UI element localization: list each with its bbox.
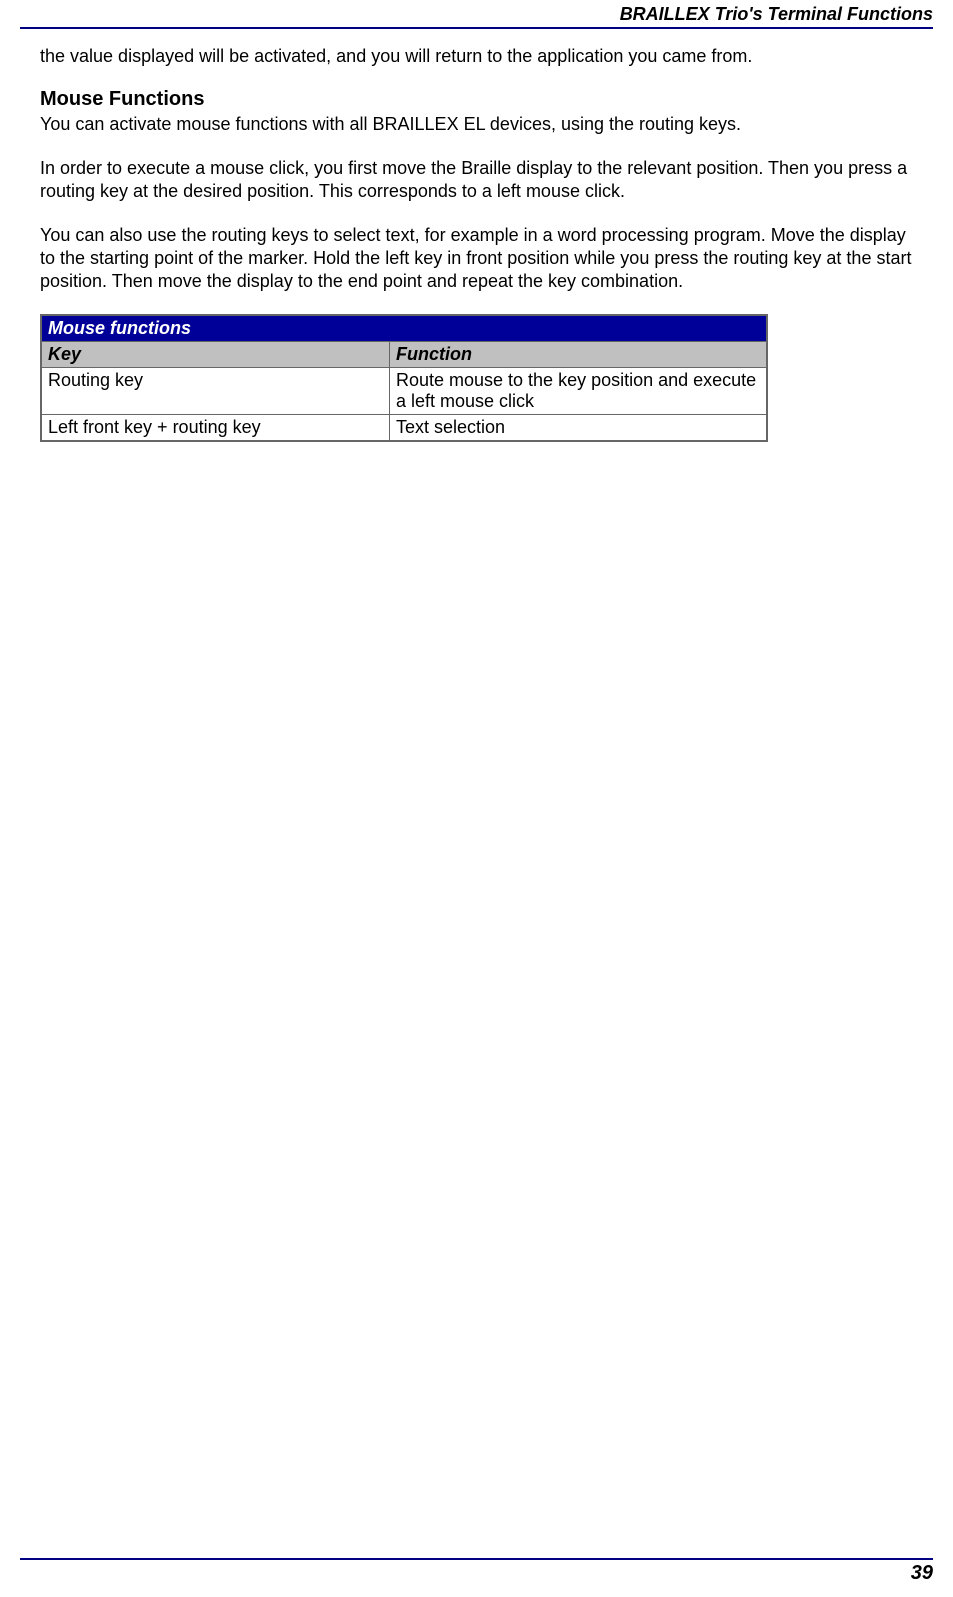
page-number: 39 bbox=[20, 1562, 933, 1585]
table-header-row: Key Function bbox=[41, 341, 767, 367]
page: BRAILLEX Trio's Terminal Functions the v… bbox=[0, 0, 953, 1597]
footer-divider bbox=[20, 1558, 933, 1560]
table-title-row: Mouse functions bbox=[41, 315, 767, 342]
paragraph-intro: the value displayed will be activated, a… bbox=[40, 45, 913, 68]
footer: 39 bbox=[20, 1558, 933, 1585]
table-cell-key: Routing key bbox=[41, 367, 389, 414]
paragraph-1: You can activate mouse functions with al… bbox=[40, 113, 913, 136]
mouse-functions-table: Mouse functions Key Function Routing key… bbox=[40, 314, 768, 442]
content-area: the value displayed will be activated, a… bbox=[0, 29, 953, 442]
table-header-function: Function bbox=[389, 341, 767, 367]
table-row: Left front key + routing key Text select… bbox=[41, 414, 767, 441]
paragraph-3: You can also use the routing keys to sel… bbox=[40, 224, 913, 294]
table-cell-function: Route mouse to the key position and exec… bbox=[389, 367, 767, 414]
table-row: Routing key Route mouse to the key posit… bbox=[41, 367, 767, 414]
table-cell-key: Left front key + routing key bbox=[41, 414, 389, 441]
paragraph-2: In order to execute a mouse click, you f… bbox=[40, 157, 913, 204]
table-header-key: Key bbox=[41, 341, 389, 367]
table-title: Mouse functions bbox=[41, 315, 767, 342]
section-heading: Mouse Functions bbox=[40, 88, 913, 111]
running-header: BRAILLEX Trio's Terminal Functions bbox=[0, 0, 953, 27]
table-cell-function: Text selection bbox=[389, 414, 767, 441]
